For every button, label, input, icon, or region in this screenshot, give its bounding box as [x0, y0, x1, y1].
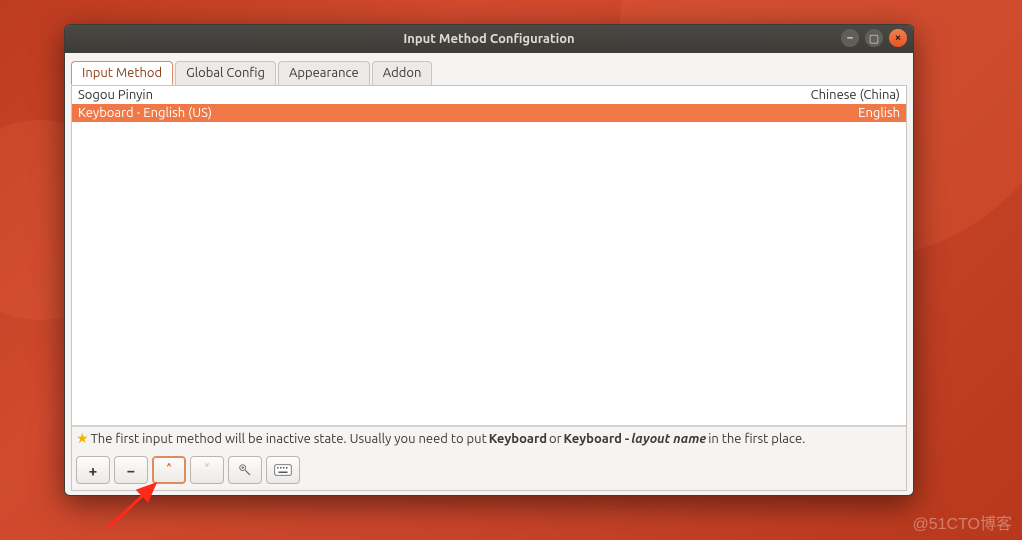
hint-prefix: The first input method will be inactive …: [91, 432, 487, 446]
star-icon: ★: [76, 430, 89, 447]
minimize-button[interactable]: –: [841, 29, 859, 47]
hint-text: ★ The first input method will be inactiv…: [72, 426, 906, 450]
maximize-button[interactable]: ▢: [865, 29, 883, 47]
input-method-list[interactable]: Sogou Pinyin Chinese (China) Keyboard - …: [72, 86, 906, 426]
config-window: Input Method Configuration – ▢ × Input M…: [64, 24, 914, 496]
chevron-up-icon: ˄: [166, 463, 173, 478]
client-area: Input Method Global Config Appearance Ad…: [65, 53, 913, 495]
window-title: Input Method Configuration: [403, 32, 574, 46]
watermark: @51CTO博客: [912, 510, 1012, 534]
tab-input-method[interactable]: Input Method: [71, 61, 173, 85]
list-item[interactable]: Keyboard - English (US) English: [72, 104, 906, 122]
keyboard-layout-button[interactable]: [266, 456, 300, 484]
window-controls: – ▢ ×: [841, 29, 907, 47]
keyboard-icon: [274, 463, 292, 477]
tab-global-config[interactable]: Global Config: [175, 61, 276, 85]
hint-kw2-bold: Keyboard -: [564, 432, 630, 446]
im-lang: Chinese (China): [811, 88, 900, 102]
tabs: Input Method Global Config Appearance Ad…: [69, 57, 909, 85]
move-down-button[interactable]: ˅: [190, 456, 224, 484]
hint-suffix: in the first place.: [708, 432, 805, 446]
tab-addon[interactable]: Addon: [372, 61, 433, 85]
close-button[interactable]: ×: [889, 29, 907, 47]
im-lang: English: [858, 106, 900, 120]
hint-kw1: Keyboard: [489, 432, 547, 446]
list-item[interactable]: Sogou Pinyin Chinese (China): [72, 86, 906, 104]
tab-appearance[interactable]: Appearance: [278, 61, 370, 85]
hint-or: or: [549, 432, 562, 446]
im-name: Sogou Pinyin: [78, 88, 153, 102]
add-button[interactable]: +: [76, 456, 110, 484]
titlebar: Input Method Configuration – ▢ ×: [65, 25, 913, 53]
gear-wrench-icon: [236, 463, 254, 477]
hint-kw2-italic: layout name: [631, 432, 706, 446]
chevron-down-icon: ˅: [204, 463, 211, 478]
im-name: Keyboard - English (US): [78, 106, 212, 120]
configure-button[interactable]: [228, 456, 262, 484]
toolbar: + − ˄ ˅: [72, 450, 906, 490]
remove-button[interactable]: −: [114, 456, 148, 484]
input-method-panel: Sogou Pinyin Chinese (China) Keyboard - …: [71, 85, 907, 491]
move-up-button[interactable]: ˄: [152, 456, 186, 484]
